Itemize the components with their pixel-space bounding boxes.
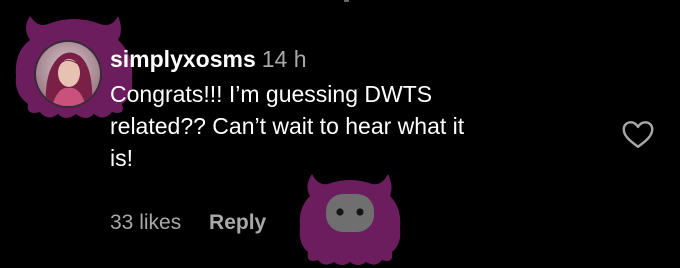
top-fragment <box>344 0 349 2</box>
profile-avatar <box>36 42 100 106</box>
avatar[interactable] <box>36 42 100 106</box>
purple-monster-blob-icon <box>299 174 401 265</box>
comment-actions: 33 likes Reply <box>110 209 266 237</box>
comment: simplyxosms 14 h Congrats!!! I’m guessing… <box>110 44 600 174</box>
comment-text: Congrats!!! I’m guessing DWTS related?? … <box>110 78 600 174</box>
comment-text-line: Congrats!!! I’m guessing DWTS <box>110 81 433 107</box>
heart-outline-icon[interactable] <box>620 116 656 152</box>
reply-button[interactable]: Reply <box>209 209 266 237</box>
comment-text-line: is! <box>110 145 133 171</box>
comment-header: simplyxosms 14 h <box>110 44 600 74</box>
comment-text-line: related?? Can’t wait to hear what it <box>110 113 465 139</box>
likes-count[interactable]: 33 likes <box>110 209 181 237</box>
username[interactable]: simplyxosms <box>110 46 256 72</box>
timestamp: 14 h <box>261 46 307 72</box>
